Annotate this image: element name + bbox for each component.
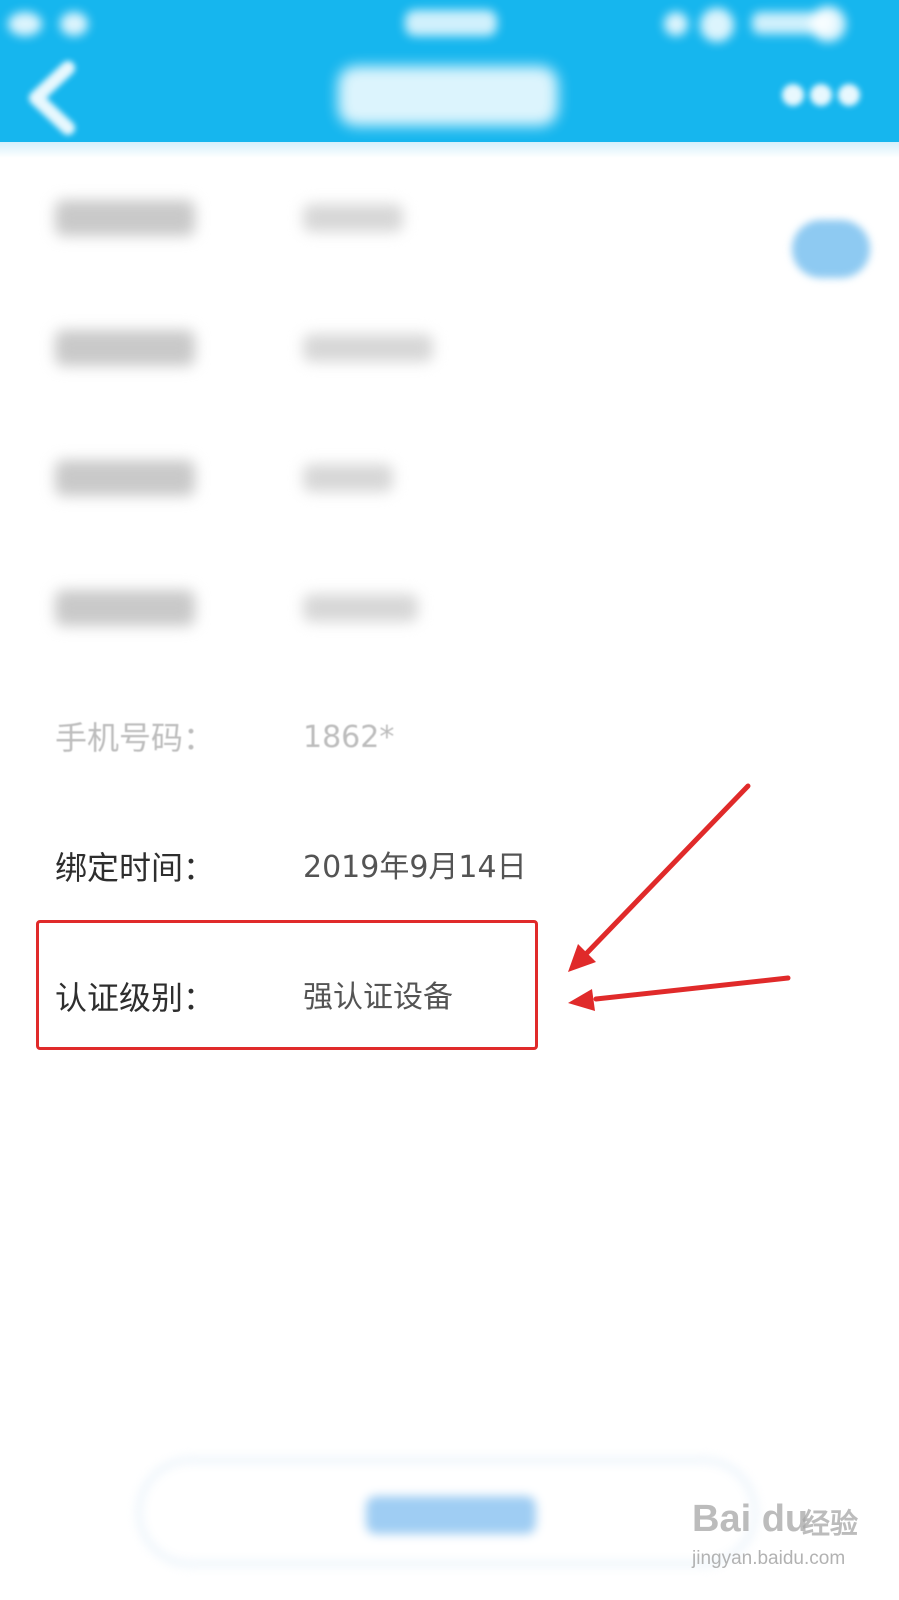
annotation-arrows bbox=[568, 783, 791, 1011]
annotation-arrow-upper bbox=[581, 783, 751, 959]
annotation-arrow-lower bbox=[593, 975, 791, 1002]
watermark-brand: 经验 bbox=[802, 1507, 859, 1540]
unbind-button[interactable] bbox=[137, 1458, 757, 1566]
baidu-logo: Bai du bbox=[692, 1498, 809, 1540]
arrow-head-icon bbox=[568, 989, 595, 1011]
unbind-button-label bbox=[366, 1496, 536, 1534]
watermark-url: jingyan.baidu.com bbox=[692, 1548, 846, 1569]
baidu-jingyan-watermark: Bai du 经验 jingyan.baidu.com bbox=[692, 1498, 892, 1582]
